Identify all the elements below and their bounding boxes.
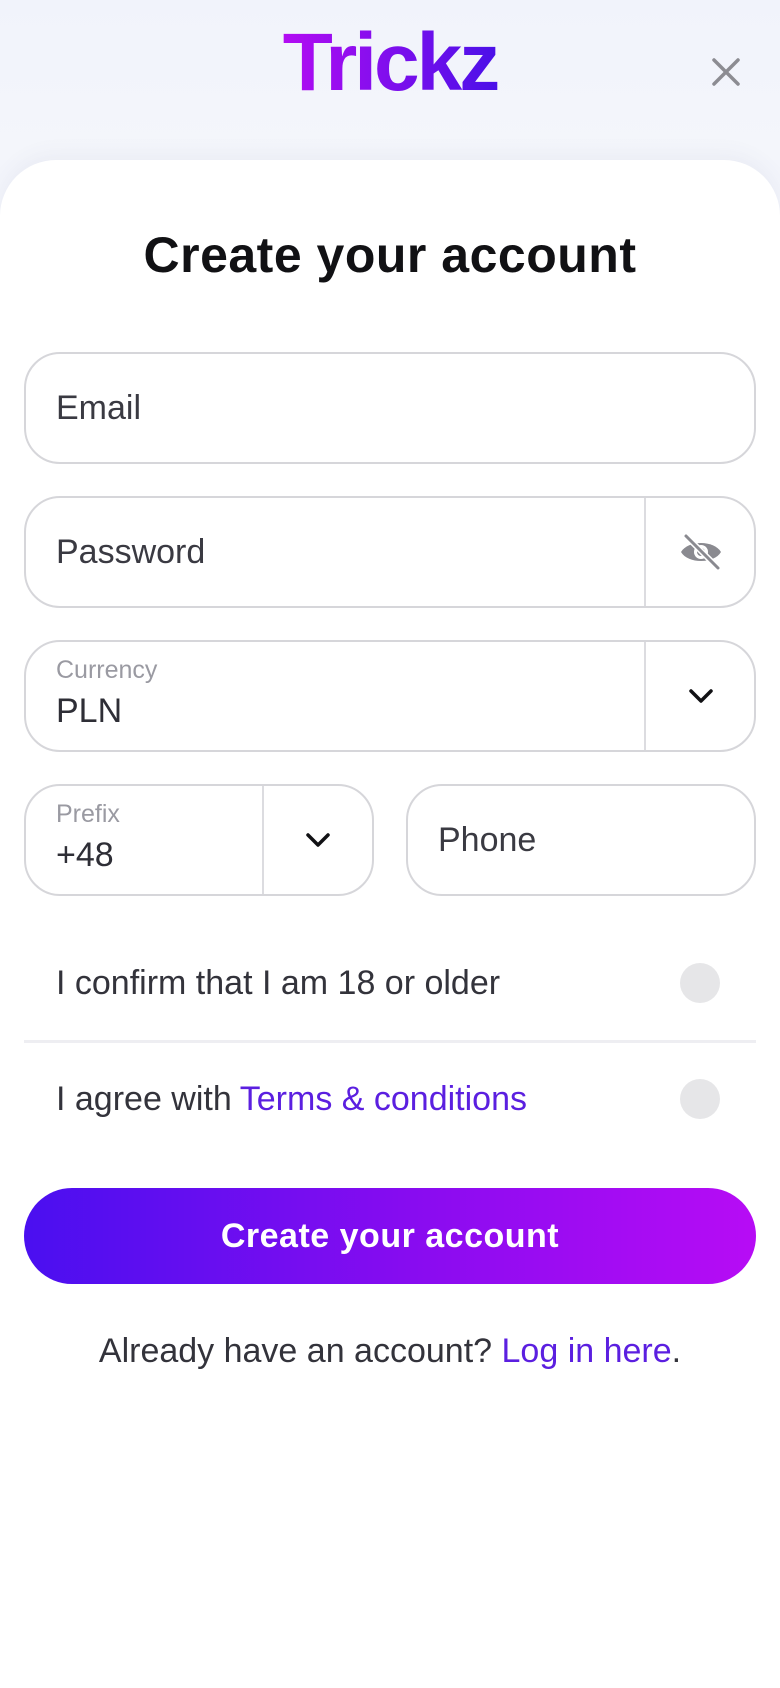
currency-dropdown-button[interactable]: [646, 642, 756, 750]
prefix-select[interactable]: Prefix +48: [24, 784, 374, 896]
currency-select[interactable]: Currency PLN: [24, 640, 756, 752]
password-field[interactable]: Password: [24, 496, 756, 608]
terms-label: I agree with: [56, 1079, 232, 1118]
terms-link[interactable]: Terms & conditions: [240, 1080, 527, 1119]
close-button[interactable]: [708, 54, 744, 90]
toggle-password-visibility-button[interactable]: [646, 498, 756, 606]
signup-sheet: Create your account Email Password Curre…: [0, 160, 780, 1688]
phone-field[interactable]: Phone: [406, 784, 756, 896]
phone-placeholder: Phone: [438, 820, 537, 859]
prefix-dropdown-button[interactable]: [264, 786, 372, 894]
chevron-down-icon[interactable]: [305, 832, 331, 848]
prefix-value: +48: [56, 836, 114, 874]
header: Trickz: [0, 0, 780, 160]
login-prompt-line: Already have an account? Log in here.: [0, 1332, 780, 1371]
create-account-button[interactable]: Create your account: [24, 1188, 756, 1284]
age-confirm-row[interactable]: I confirm that I am 18 or older: [24, 933, 756, 1033]
chevron-down-icon[interactable]: [688, 688, 714, 704]
terms-label-wrap: I agree with Terms & conditions: [56, 1049, 527, 1149]
currency-label: Currency: [56, 656, 158, 684]
email-field[interactable]: Email: [24, 352, 756, 464]
terms-checkbox[interactable]: [680, 1079, 720, 1119]
prefix-label: Prefix: [56, 800, 120, 828]
password-placeholder: Password: [56, 532, 206, 571]
terms-row[interactable]: I agree with Terms & conditions: [24, 1049, 756, 1149]
currency-value: PLN: [56, 692, 123, 730]
login-suffix: .: [671, 1332, 682, 1370]
login-link[interactable]: Log in here: [502, 1332, 672, 1370]
trickz-logo[interactable]: Trickz: [280, 22, 500, 102]
close-icon[interactable]: [708, 54, 744, 90]
login-prompt: Already have an account?: [98, 1332, 493, 1370]
email-placeholder: Email: [56, 388, 142, 427]
row-divider: [24, 1040, 756, 1043]
page-title: Create your account: [143, 227, 637, 283]
age-confirm-checkbox[interactable]: [680, 963, 720, 1003]
age-confirm-label: I confirm that I am 18 or older: [56, 963, 501, 1002]
eye-slash-icon[interactable]: [678, 532, 724, 572]
logo-text: Trickz: [283, 22, 498, 102]
